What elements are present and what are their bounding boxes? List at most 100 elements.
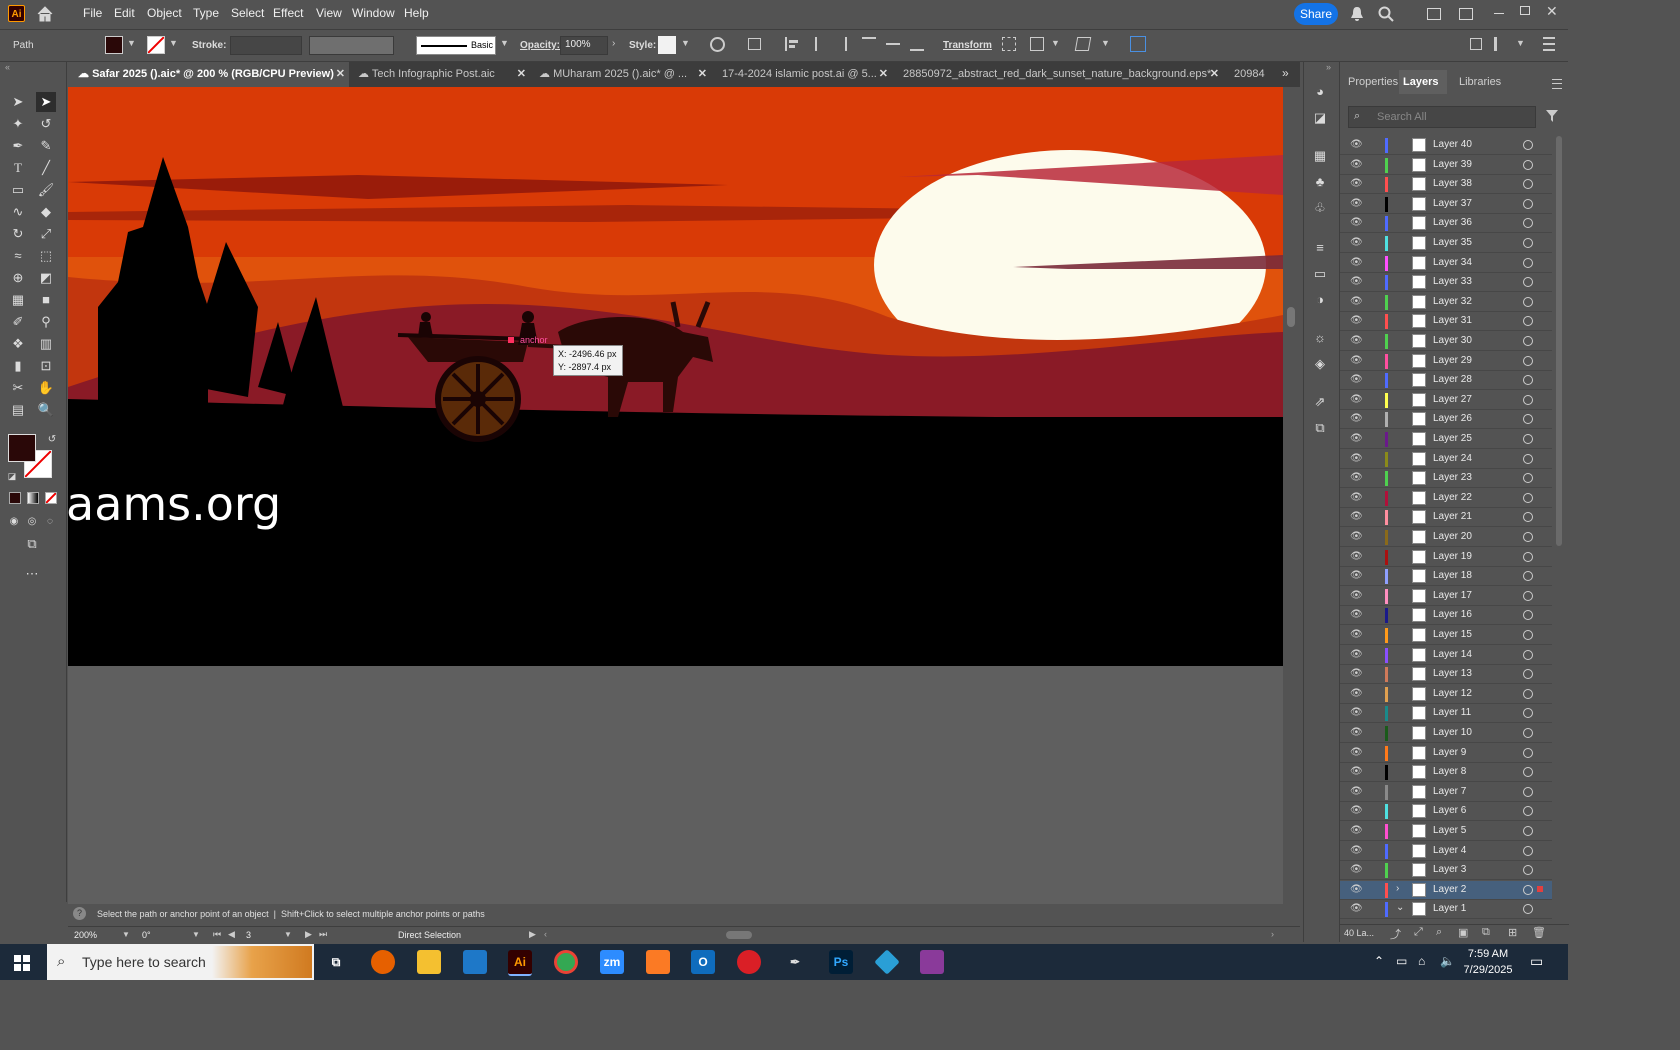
more-tools-icon[interactable]: ⋯ [22,564,42,584]
volume-icon[interactable]: 🔈 [1440,954,1455,968]
visibility-eye-icon[interactable]: 👁 [1350,551,1363,563]
locate-object-icon[interactable]: ⤢ [1414,926,1423,939]
transform-button[interactable]: Transform [943,40,992,51]
layer-name[interactable]: Layer 3 [1433,864,1466,875]
chevron-down-icon[interactable]: ▼ [500,38,509,48]
layer-row[interactable]: 👁 Layer 17 [1340,587,1552,606]
layer-row[interactable]: 👁 Layer 9 [1340,744,1552,763]
xampp-icon[interactable] [646,950,670,974]
expand-arrow-icon[interactable]: › [1396,883,1399,894]
layer-name[interactable]: Layer 29 [1433,355,1472,366]
layer-name[interactable]: Layer 21 [1433,511,1472,522]
more-tabs-icon[interactable]: » [1282,66,1289,80]
artboard[interactable]: aams.org anchor [68,87,1283,666]
target-circle-icon[interactable] [1523,355,1533,366]
visibility-eye-icon[interactable]: 👁 [1350,394,1363,406]
column-graph-icon[interactable]: ▥ [36,334,56,354]
artboard-tool-icon[interactable]: ⊡ [36,356,56,376]
visibility-eye-icon[interactable]: 👁 [1350,296,1363,308]
tab-libraries[interactable]: Libraries [1459,76,1501,88]
artboard-number-field[interactable]: 3 [246,930,251,940]
visibility-eye-icon[interactable]: 👁 [1350,609,1363,621]
target-circle-icon[interactable] [1523,375,1533,386]
chevron-right-icon[interactable]: › [612,38,615,49]
layer-row[interactable]: 👁 Layer 23 [1340,469,1552,489]
chevron-down-icon[interactable]: ▼ [1516,38,1525,48]
hand-tool-icon[interactable]: ✋ [36,378,56,398]
tab-document[interactable]: 28850972_abstract_red_dark_sunset_nature… [893,62,1223,87]
print-tiling-icon[interactable]: ▤ [8,400,28,420]
target-circle-icon[interactable] [1523,747,1533,758]
layer-row[interactable]: 👁 Layer 10 [1340,724,1552,743]
type-tool-icon[interactable]: T [8,158,28,178]
color-mode-icon[interactable] [9,492,21,504]
layer-name[interactable]: Layer 27 [1433,394,1472,405]
outlook-icon[interactable]: O [691,950,715,974]
layer-row[interactable]: 👁 Layer 15 [1340,626,1552,645]
rotation-field[interactable]: 0° [142,930,151,940]
target-circle-icon[interactable] [1523,571,1533,582]
recolor-artwork-icon[interactable] [710,37,725,52]
visibility-eye-icon[interactable]: 👁 [1350,688,1363,700]
visibility-eye-icon[interactable]: 👁 [1350,472,1363,484]
visibility-eye-icon[interactable]: 👁 [1350,276,1363,288]
layer-name[interactable]: Layer 13 [1433,668,1472,679]
layer-row[interactable]: 👁 Layer 32 [1340,293,1552,312]
layer-name[interactable]: Layer 20 [1433,531,1472,542]
visibility-eye-icon[interactable]: 👁 [1350,747,1363,759]
gradient-mode-icon[interactable] [27,492,39,504]
minimize-icon[interactable] [1494,13,1504,14]
layer-row[interactable]: 👁 Layer 30 [1340,332,1552,351]
visibility-eye-icon[interactable]: 👁 [1350,237,1363,249]
illustrator-icon[interactable]: Ai [508,950,532,976]
layer-name[interactable]: Layer 7 [1433,786,1466,797]
target-circle-icon[interactable] [1523,492,1533,503]
visibility-eye-icon[interactable]: 👁 [1350,903,1363,915]
task-view-icon[interactable]: ⧉ [324,950,348,974]
restore-icon[interactable] [1520,6,1530,15]
layer-row[interactable]: 👁 Layer 36 [1340,214,1552,234]
visibility-eye-icon[interactable]: 👁 [1350,139,1363,151]
tab-layers[interactable]: Layers [1403,76,1438,88]
target-circle-icon[interactable] [1523,865,1533,876]
layer-name[interactable]: Layer 1 [1433,903,1466,914]
target-circle-icon[interactable] [1523,669,1533,680]
align-middle-icon[interactable] [886,37,900,51]
target-circle-icon[interactable] [1523,296,1533,307]
layer-name[interactable]: Layer 4 [1433,845,1466,856]
layer-row[interactable]: 👁 Layer 18 [1340,567,1552,587]
width-tool-icon[interactable]: ≈ [8,246,28,266]
scroll-thumb[interactable] [726,931,752,939]
layer-row[interactable]: 👁 Layer 14 [1340,646,1552,665]
illustrator-logo[interactable]: Ai [8,5,25,22]
direct-selection-tool-icon[interactable]: ➤ [36,92,56,112]
opacity-label[interactable]: Opacity: [520,40,560,51]
target-circle-icon[interactable] [1523,198,1533,209]
magic-wand-icon[interactable]: ✦ [8,114,28,134]
layer-name[interactable]: Layer 19 [1433,551,1472,562]
brush-definition-dropdown[interactable]: Basic [416,36,496,55]
target-circle-icon[interactable] [1523,786,1533,797]
visibility-eye-icon[interactable]: 👁 [1350,570,1363,582]
horizontal-scrollbar[interactable]: ‹ › [544,929,1274,941]
eyedropper-icon[interactable]: ✐ [8,312,28,332]
layer-name[interactable]: Layer 30 [1433,335,1472,346]
layer-name[interactable]: Layer 31 [1433,315,1472,326]
layer-name[interactable]: Layer 26 [1433,413,1472,424]
search-icon[interactable]: ⌕ [1436,926,1442,939]
layer-row[interactable]: 👁 Layer 29 [1340,352,1552,371]
layer-name[interactable]: Layer 2 [1433,884,1466,895]
target-circle-icon[interactable] [1523,728,1533,738]
align-left-icon[interactable] [785,37,799,51]
visibility-eye-icon[interactable]: 👁 [1350,315,1363,327]
tab-document[interactable]: ☁ Tech Infographic Post.aic ✕ [350,62,530,87]
layer-row[interactable]: 👁 Layer 5 [1340,822,1552,841]
align-center-icon[interactable] [809,37,823,51]
collapse-panel-icon[interactable]: » [1326,62,1331,72]
close-tab-icon[interactable]: ✕ [517,62,526,86]
visibility-eye-icon[interactable]: 👁 [1350,159,1363,171]
stroke-weight-field[interactable] [230,36,302,55]
layer-row[interactable]: 👁 Layer 19 [1340,548,1552,567]
none-mode-icon[interactable] [45,492,57,504]
envelope-distort-icon[interactable] [1074,37,1092,51]
